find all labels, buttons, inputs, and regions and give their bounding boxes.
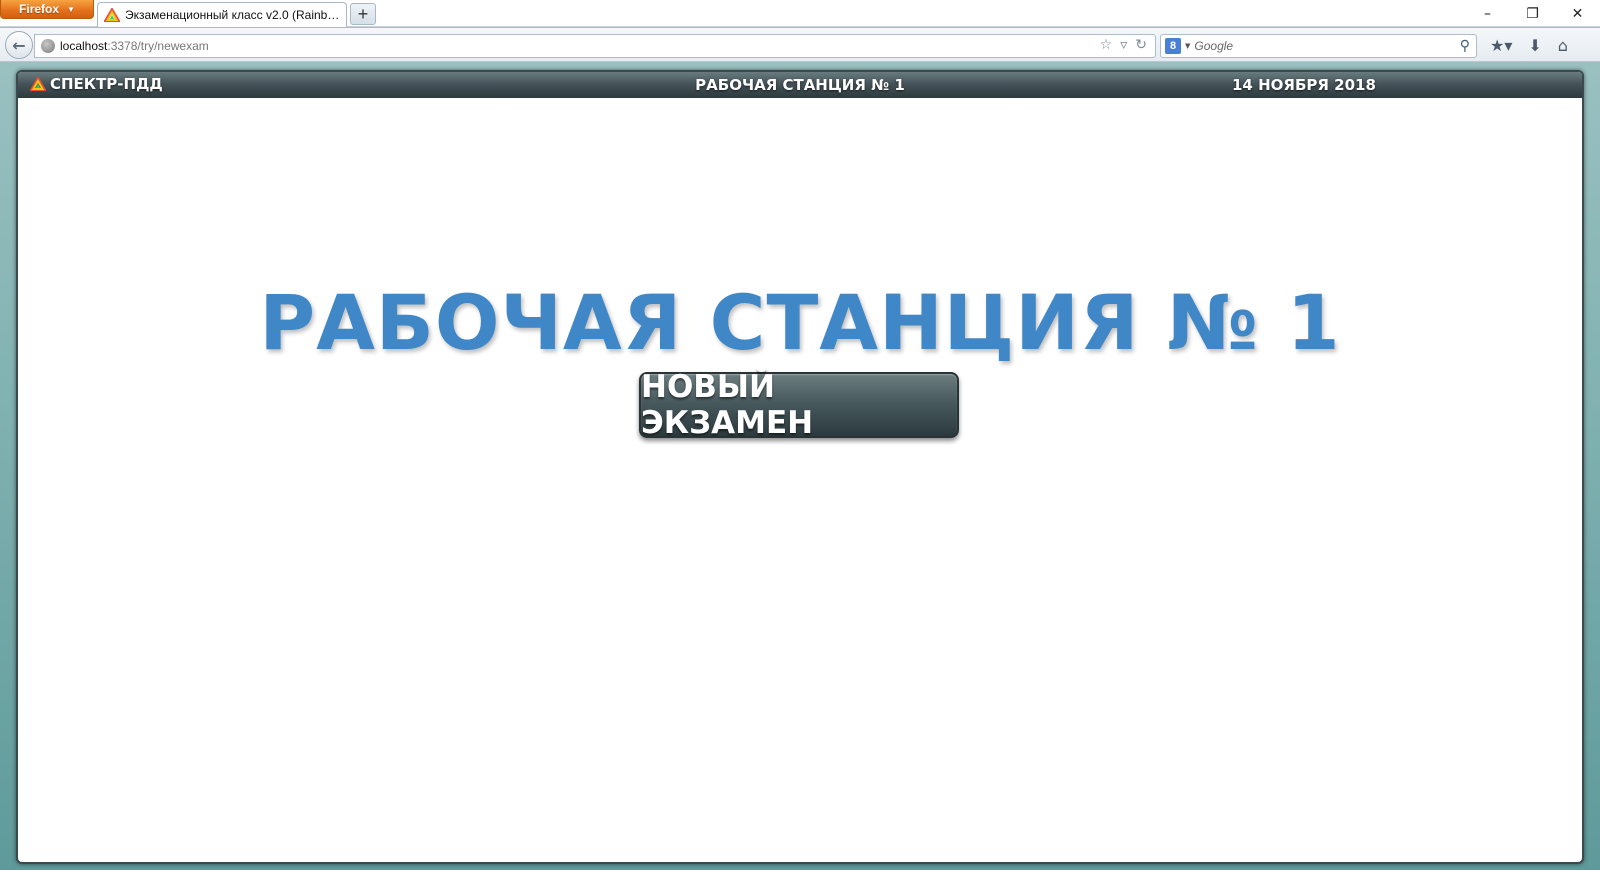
search-input[interactable]: Google	[1194, 39, 1455, 53]
bookmarks-menu-icon[interactable]: ★▾	[1490, 36, 1512, 55]
app-header: СПЕКТР-ПДД РАБОЧАЯ СТАНЦИЯ № 1 14 НОЯБРЯ…	[18, 72, 1582, 98]
chevron-down-icon[interactable]: ▼	[1185, 42, 1190, 50]
download-icon[interactable]: ⬇	[1528, 36, 1541, 55]
minimize-button[interactable]: –	[1465, 0, 1510, 27]
url-bar[interactable]: localhost :3378/try/newexam ☆ ▿ ↻	[34, 34, 1156, 58]
app-logo-icon	[104, 8, 120, 22]
back-button[interactable]: ←	[5, 31, 33, 59]
browser-tab[interactable]: Экзаменационный класс v2.0 (Rainbow...	[97, 2, 347, 27]
app-window: СПЕКТР-ПДД РАБОЧАЯ СТАНЦИЯ № 1 14 НОЯБРЯ…	[16, 70, 1584, 864]
close-button[interactable]: ✕	[1555, 0, 1600, 27]
header-date: 14 НОЯБРЯ 2018	[1232, 76, 1376, 94]
search-engine-icon[interactable]: 8	[1165, 38, 1181, 54]
new-tab-button[interactable]: +	[350, 3, 376, 25]
new-exam-button[interactable]: НОВЫЙ ЭКЗАМЕН	[639, 369, 959, 441]
chevron-down-icon: ▼	[67, 4, 75, 14]
url-host: localhost	[60, 39, 108, 53]
restore-button[interactable]: ❐	[1510, 0, 1555, 27]
search-icon[interactable]: ⚲	[1460, 38, 1470, 54]
page-title: РАБОЧАЯ СТАНЦИЯ № 1	[259, 278, 1341, 367]
history-dropdown-icon[interactable]: ▿	[1120, 37, 1127, 53]
globe-icon	[41, 39, 55, 53]
tab-title: Экзаменационный класс v2.0 (Rainbow...	[125, 8, 340, 22]
bookmark-star-icon[interactable]: ☆	[1100, 37, 1113, 53]
arrow-left-icon: ←	[12, 35, 26, 55]
browser-titlebar: Firefox ▼ Экзаменационный класс v2.0 (Ra…	[0, 0, 1600, 27]
home-icon[interactable]: ⌂	[1558, 36, 1568, 55]
firefox-menu-label: Firefox	[19, 2, 60, 16]
search-bar[interactable]: 8 ▼ Google ⚲	[1160, 34, 1477, 58]
url-bar-icons: ☆ ▿ ↻	[1100, 37, 1147, 53]
reload-icon[interactable]: ↻	[1135, 37, 1147, 53]
url-path: :3378/try/newexam	[107, 39, 209, 53]
toolbar-icons: ★▾ ⬇ ⌂	[1490, 36, 1568, 55]
firefox-menu-button[interactable]: Firefox ▼	[0, 0, 94, 19]
window-controls: – ❐ ✕	[1465, 0, 1600, 27]
browser-navbar: ← localhost :3378/try/newexam ☆ ▿ ↻ 8 ▼ …	[0, 28, 1600, 62]
